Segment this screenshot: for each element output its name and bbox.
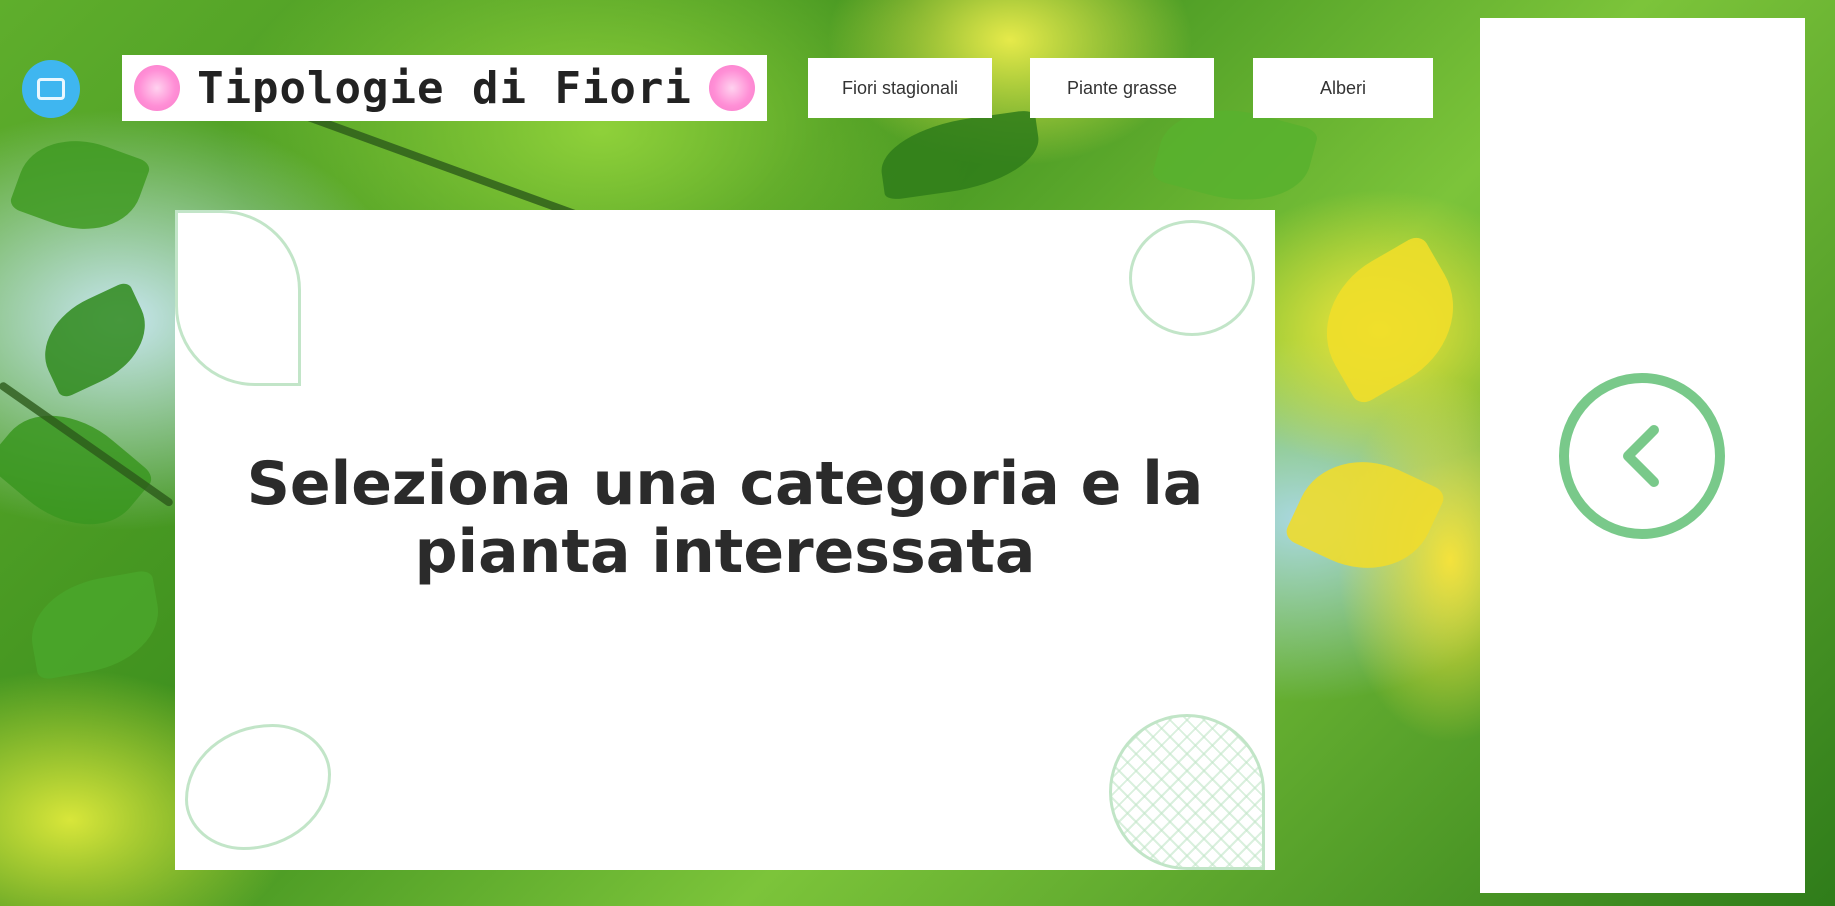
leaf-decoration <box>1109 714 1265 870</box>
content-card: Seleziona una categoria e la pianta inte… <box>175 210 1275 870</box>
nav-button-piante-grasse[interactable]: Piante grasse <box>1030 58 1214 118</box>
back-button[interactable] <box>1559 373 1725 539</box>
background-leaf <box>23 569 167 681</box>
instruction-message: Seleziona una categoria e la pianta inte… <box>246 449 1204 587</box>
leaf-decoration <box>1129 220 1255 336</box>
background-leaf <box>0 386 156 554</box>
background-leaf <box>1299 233 1481 407</box>
nav-button-fiori-stagionali[interactable]: Fiori stagionali <box>808 58 992 118</box>
background-leaf <box>1282 437 1448 593</box>
background-leaf <box>28 280 162 400</box>
leaf-decoration <box>175 210 301 386</box>
flower-icon <box>709 65 755 111</box>
page-title: Tipologie di Fiori <box>197 62 692 114</box>
logo-icon <box>37 78 65 100</box>
nav-button-alberi[interactable]: Alberi <box>1253 58 1433 118</box>
chevron-left-icon <box>1623 425 1659 487</box>
background-leaf <box>8 122 152 248</box>
leaf-decoration <box>185 724 331 850</box>
title-banner: Tipologie di Fiori <box>122 55 767 121</box>
app-logo[interactable] <box>22 60 80 118</box>
side-panel <box>1480 18 1805 893</box>
background-leaf <box>875 109 1045 201</box>
page: Tipologie di Fiori Fiori stagionali Pian… <box>0 0 1835 906</box>
flower-icon <box>134 65 180 111</box>
